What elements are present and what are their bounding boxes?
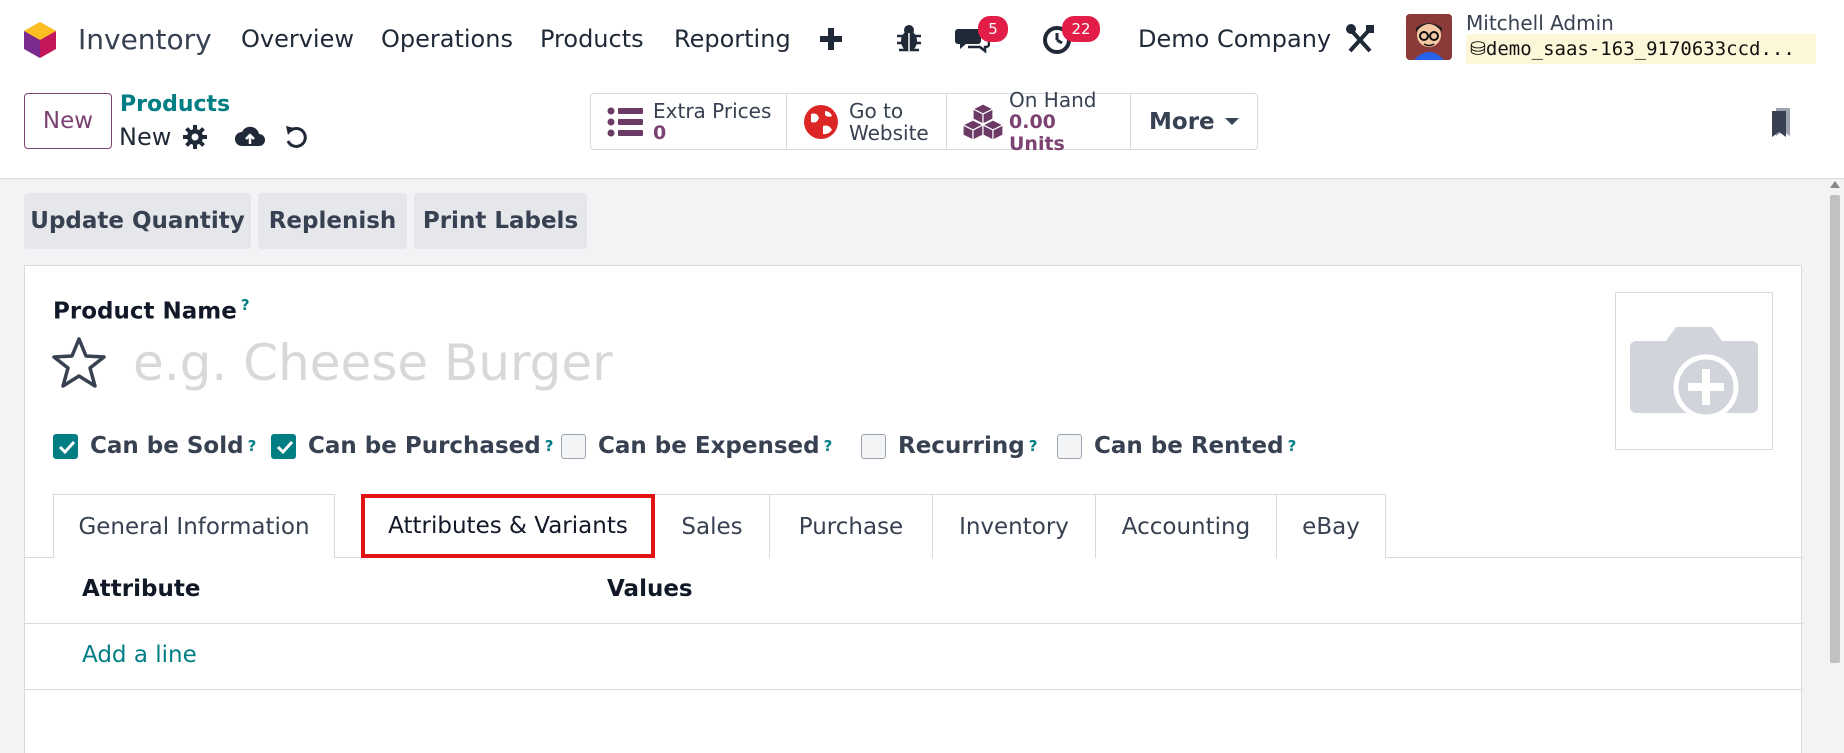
can-be-rented-checkbox[interactable]: Can be Rented?	[1057, 430, 1296, 462]
smart-buttons: Extra Prices 0 Go to Website On Hand 0.0…	[590, 89, 1258, 155]
globe-icon	[801, 102, 841, 142]
database-label: demo_saas-163_9170633ccd...	[1485, 38, 1795, 60]
checkbox-checked-icon[interactable]	[53, 433, 78, 459]
can-be-expensed-label: Can be Expensed	[598, 433, 820, 459]
caret-down-icon	[1224, 118, 1239, 125]
camera-add-icon	[1630, 327, 1758, 420]
help-tooltip-icon[interactable]: ?	[545, 437, 554, 455]
attributes-table-header: Attribute Values	[25, 558, 1803, 624]
form-sheet: Product Name? Can be Sold? Can be P	[24, 265, 1803, 753]
company-switcher[interactable]: Demo Company	[1138, 22, 1331, 56]
help-tooltip-icon[interactable]: ?	[1029, 437, 1038, 455]
go-to-website-line2: Website	[849, 120, 929, 145]
user-name[interactable]: Mitchell Admin	[1466, 10, 1614, 36]
help-tooltip-icon[interactable]: ?	[241, 296, 250, 314]
can-be-expensed-checkbox[interactable]: Can be Expensed?	[561, 430, 832, 462]
extra-prices-title: Extra Prices	[653, 98, 772, 123]
list-icon	[605, 102, 645, 142]
extra-prices-button[interactable]: Extra Prices 0	[591, 94, 787, 149]
go-to-website-line1: Go to	[849, 98, 904, 123]
tab-attributes-variants[interactable]: Attributes & Variants	[361, 494, 655, 558]
print-labels-button[interactable]: Print Labels	[414, 193, 587, 249]
app-name[interactable]: Inventory	[78, 20, 212, 60]
cloud-upload-icon[interactable]	[234, 122, 265, 152]
update-quantity-button[interactable]: Update Quantity	[24, 193, 251, 249]
activities-badge: 22	[1062, 16, 1100, 42]
can-be-purchased-label: Can be Purchased	[308, 433, 541, 459]
checkbox-unchecked-icon[interactable]	[561, 433, 586, 459]
extra-prices-value: 0	[653, 121, 667, 144]
menu-reporting[interactable]: Reporting	[674, 22, 791, 56]
messages-badge: 5	[978, 16, 1008, 42]
on-hand-title: On Hand	[1009, 87, 1097, 112]
go-to-website-button[interactable]: Go to Website	[787, 94, 947, 149]
table-row: Add a line	[25, 624, 1803, 690]
product-name-label-text: Product Name	[53, 298, 237, 325]
help-tooltip-icon[interactable]: ?	[1288, 437, 1297, 455]
tab-accounting[interactable]: Accounting	[1095, 494, 1277, 558]
help-tooltip-icon[interactable]: ?	[248, 437, 257, 455]
tab-purchase[interactable]: Purchase	[769, 494, 933, 558]
new-button[interactable]: New	[24, 93, 112, 149]
menu-operations[interactable]: Operations	[381, 22, 513, 56]
more-dropdown-button[interactable]: More	[1131, 94, 1257, 149]
tab-general-information[interactable]: General Information	[53, 494, 335, 558]
top-navbar: Inventory Overview Operations Products R…	[0, 0, 1844, 78]
checkbox-unchecked-icon[interactable]	[1057, 433, 1082, 459]
record-name: New	[119, 123, 172, 151]
tab-ebay[interactable]: eBay	[1276, 494, 1386, 558]
help-tooltip-icon[interactable]: ?	[824, 437, 833, 455]
product-name-input[interactable]	[133, 332, 1533, 394]
menu-products[interactable]: Products	[540, 22, 644, 56]
plus-icon[interactable]	[818, 20, 844, 56]
recurring-label: Recurring	[898, 433, 1025, 459]
replenish-button[interactable]: Replenish	[258, 193, 407, 249]
tab-inventory[interactable]: Inventory	[932, 494, 1096, 558]
form-view: Update Quantity Replenish Print Labels P…	[0, 179, 1844, 753]
scroll-up-arrow-icon[interactable]	[1830, 181, 1840, 188]
tools-icon[interactable]	[1344, 22, 1376, 56]
can-be-sold-checkbox[interactable]: Can be Sold?	[53, 430, 256, 462]
favorite-star-icon[interactable]	[51, 336, 107, 390]
can-be-purchased-checkbox[interactable]: Can be Purchased?	[271, 430, 553, 462]
more-label: More	[1149, 108, 1215, 135]
scrollbar-thumb[interactable]	[1830, 195, 1840, 663]
values-column-header[interactable]: Values	[607, 576, 693, 602]
product-name-label: Product Name?	[53, 296, 250, 325]
discard-undo-icon[interactable]	[282, 122, 312, 152]
on-hand-value: 0.00 Units	[1009, 110, 1065, 155]
can-be-rented-label: Can be Rented	[1094, 433, 1284, 459]
recurring-checkbox[interactable]: Recurring?	[861, 430, 1037, 462]
checkbox-checked-icon[interactable]	[271, 433, 296, 459]
add-a-line-link[interactable]: Add a line	[82, 642, 197, 668]
control-panel: New Products New Extra Prices 0 Go to We…	[0, 78, 1844, 179]
database-name: ⛁demo_saas-163_9170633ccd...	[1466, 34, 1816, 64]
on-hand-button[interactable]: On Hand 0.00 Units	[947, 89, 1131, 155]
product-image-upload[interactable]	[1615, 292, 1773, 450]
breadcrumb-products[interactable]: Products	[120, 90, 230, 120]
attribute-column-header[interactable]: Attribute	[82, 576, 200, 602]
cubes-icon	[961, 102, 1005, 142]
database-icon: ⛁	[1470, 38, 1486, 60]
checkbox-unchecked-icon[interactable]	[861, 433, 886, 459]
gear-icon[interactable]	[180, 122, 210, 152]
menu-overview[interactable]: Overview	[241, 22, 354, 56]
app-logo-icon[interactable]	[20, 20, 60, 60]
tab-sales[interactable]: Sales	[654, 494, 770, 558]
vertical-scrollbar[interactable]	[1826, 179, 1844, 753]
can-be-sold-label: Can be Sold	[90, 433, 244, 459]
bookmark-icon[interactable]	[1770, 106, 1792, 138]
bug-icon[interactable]	[892, 20, 926, 56]
user-avatar[interactable]	[1406, 14, 1452, 60]
